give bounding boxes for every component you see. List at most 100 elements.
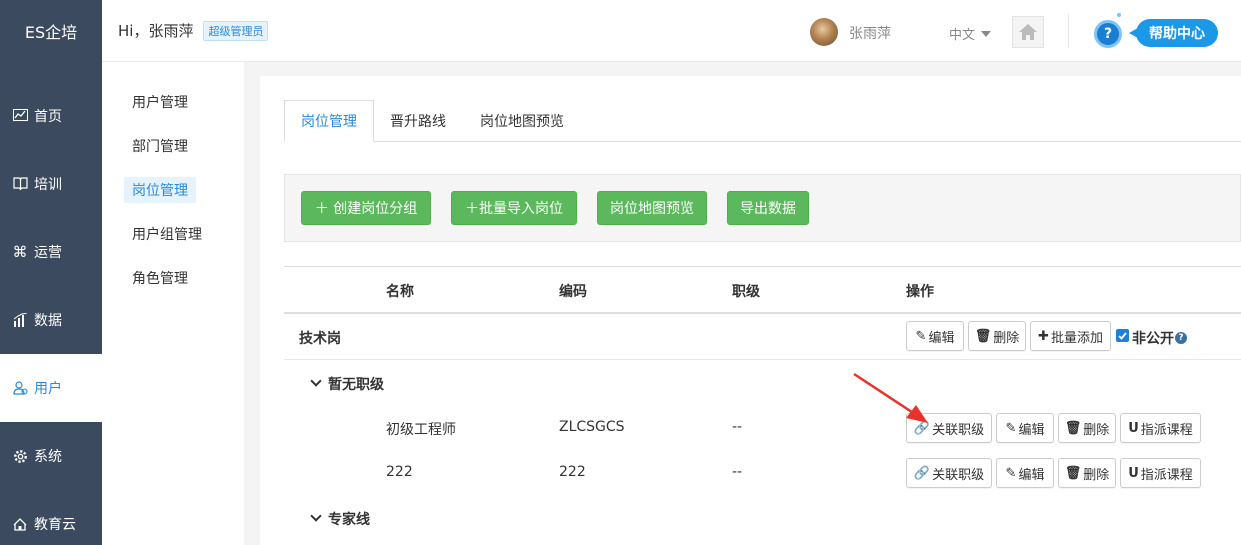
- button-label: 删除: [1083, 422, 1110, 438]
- tab-promotion-route[interactable]: 晋升路线: [390, 100, 446, 142]
- private-label: 非公开 ?: [1132, 328, 1187, 348]
- subgroup-toggle[interactable]: 专家线: [310, 509, 370, 529]
- create-position-group-button[interactable]: ＋ 创建岗位分组: [301, 191, 431, 225]
- user-name[interactable]: 张雨萍: [849, 23, 891, 43]
- button-label: 指派课程: [1140, 467, 1193, 483]
- button-label: 编辑: [1018, 422, 1045, 438]
- sidebar-item-users[interactable]: 用户: [0, 354, 102, 422]
- button-label: 指派课程: [1140, 422, 1193, 438]
- home-icon: [1019, 24, 1037, 40]
- book-icon: [12, 176, 28, 192]
- caret-down-icon: [981, 30, 992, 37]
- link-level-button[interactable]: 🔗 关联职级: [906, 413, 992, 443]
- bar-chart-icon: [12, 312, 28, 328]
- sidebar-item-label: 运营: [34, 245, 62, 261]
- batch-import-positions-button[interactable]: ＋批量导入岗位: [451, 191, 577, 225]
- command-icon: ⌘: [12, 243, 28, 261]
- magnet-icon: U: [1128, 420, 1139, 436]
- row-delete-button[interactable]: 🗑 删除: [1058, 458, 1116, 488]
- column-header-code: 编码: [559, 284, 587, 300]
- row-delete-button[interactable]: 🗑 删除: [1058, 413, 1116, 443]
- subnav-item-position-management[interactable]: 岗位管理: [124, 177, 196, 203]
- subnav-item-usergroup-management[interactable]: 用户组管理: [124, 221, 210, 247]
- position-name: 初级工程师: [386, 422, 456, 438]
- check-icon: [1118, 331, 1127, 340]
- sidebar-item-system[interactable]: 系统: [0, 422, 102, 490]
- home-button[interactable]: [1012, 16, 1044, 48]
- table-header: 名称 编码 职级 操作: [284, 266, 1241, 314]
- position-level: --: [732, 419, 743, 435]
- main-panel: 岗位管理 晋升路线 岗位地图预览 ＋ 创建岗位分组 ＋批量导入岗位 岗位地图预览…: [260, 76, 1241, 545]
- tab-bar: 岗位管理 晋升路线 岗位地图预览: [284, 100, 1241, 142]
- private-label-text: 非公开: [1132, 331, 1174, 347]
- button-label: 编辑: [1018, 467, 1045, 483]
- sidebar-item-label: 系统: [34, 449, 62, 465]
- trash-icon: 🗑: [1064, 420, 1082, 436]
- trash-icon: 🗑: [1064, 465, 1082, 481]
- sidebar-item-edu-cloud[interactable]: 教育云: [0, 490, 102, 545]
- assign-course-button[interactable]: U 指派课程: [1120, 458, 1201, 488]
- language-label: 中文: [949, 28, 976, 43]
- greeting-text: Hi，张雨萍: [118, 22, 194, 40]
- app-logo[interactable]: ES企培: [0, 0, 102, 62]
- sidebar-item-label: 用户: [34, 381, 62, 397]
- role-badge: 超级管理员: [203, 20, 269, 41]
- chevron-down-icon: [310, 510, 322, 522]
- column-header-name: 名称: [386, 284, 414, 300]
- trash-icon: 🗑: [974, 328, 992, 344]
- sidebar-item-label: 培训: [34, 177, 62, 193]
- group-edit-button[interactable]: ✎ 编辑: [906, 321, 964, 351]
- sub-sidebar: 用户管理 部门管理 岗位管理 用户组管理 角色管理: [102, 62, 244, 545]
- position-level: --: [732, 464, 743, 480]
- sidebar-item-data[interactable]: 数据: [0, 286, 102, 354]
- private-checkbox[interactable]: [1116, 329, 1129, 342]
- group-batch-add-button[interactable]: ✚ 批量添加: [1030, 321, 1111, 351]
- subnav-item-role-management[interactable]: 角色管理: [124, 265, 196, 291]
- help-center-button[interactable]: 帮助中心: [1129, 19, 1218, 47]
- group-name: 技术岗: [299, 331, 341, 347]
- column-header-actions: 操作: [906, 284, 934, 300]
- main-sidebar: 首页 培训 ⌘ 运营 数据 用户 系统 教育云: [0, 62, 102, 545]
- row-edit-button[interactable]: ✎ 编辑: [996, 458, 1054, 488]
- users-icon: [12, 380, 28, 396]
- cloud-icon: [12, 516, 28, 532]
- tab-position-management[interactable]: 岗位管理: [284, 100, 374, 142]
- link-level-button[interactable]: 🔗 关联职级: [906, 458, 992, 488]
- position-code: ZLCSGCS: [559, 419, 625, 435]
- action-toolbar: ＋ 创建岗位分组 ＋批量导入岗位 岗位地图预览 导出数据: [284, 174, 1241, 242]
- magnet-icon: U: [1128, 465, 1139, 481]
- tab-position-map-preview[interactable]: 岗位地图预览: [480, 100, 564, 142]
- button-label: 删除: [993, 330, 1020, 346]
- button-label: 关联职级: [932, 467, 985, 483]
- export-data-button[interactable]: 导出数据: [727, 191, 809, 225]
- sidebar-item-label: 教育云: [34, 517, 76, 533]
- help-question-icon[interactable]: ?: [1094, 20, 1122, 48]
- group-delete-button[interactable]: 🗑 删除: [968, 321, 1026, 351]
- plus-icon: ✚: [1038, 328, 1049, 344]
- sidebar-item-home[interactable]: 首页: [0, 82, 102, 150]
- subnav-item-user-management[interactable]: 用户管理: [124, 89, 196, 115]
- button-label: 删除: [1083, 467, 1110, 483]
- row-divider: [284, 359, 1241, 360]
- language-select[interactable]: 中文: [949, 24, 992, 43]
- assign-course-button[interactable]: U 指派课程: [1120, 413, 1201, 443]
- link-icon: 🔗: [913, 420, 931, 436]
- button-label: 批量添加: [1050, 330, 1103, 346]
- position-map-preview-button[interactable]: 岗位地图预览: [597, 191, 707, 225]
- position-code: 222: [559, 464, 586, 480]
- avatar[interactable]: [810, 18, 838, 46]
- header-divider: [1068, 14, 1069, 48]
- sidebar-item-label: 首页: [34, 109, 62, 125]
- chart-icon: [12, 108, 28, 124]
- top-bar: ES企培 Hi，张雨萍 超级管理员 张雨萍 中文 ? 帮助中心: [0, 0, 1241, 62]
- row-edit-button[interactable]: ✎ 编辑: [996, 413, 1054, 443]
- help-circle-icon[interactable]: ?: [1175, 332, 1187, 344]
- sidebar-item-operations[interactable]: ⌘ 运营: [0, 218, 102, 286]
- subgroup-toggle[interactable]: 暂无职级: [310, 374, 384, 394]
- subnav-item-department-management[interactable]: 部门管理: [124, 133, 196, 159]
- edit-icon: ✎: [1005, 420, 1017, 436]
- greeting: Hi，张雨萍 超级管理员: [118, 20, 269, 41]
- gear-icon: [12, 448, 28, 464]
- help-sparkle-icon: [1117, 13, 1121, 17]
- sidebar-item-training[interactable]: 培训: [0, 150, 102, 218]
